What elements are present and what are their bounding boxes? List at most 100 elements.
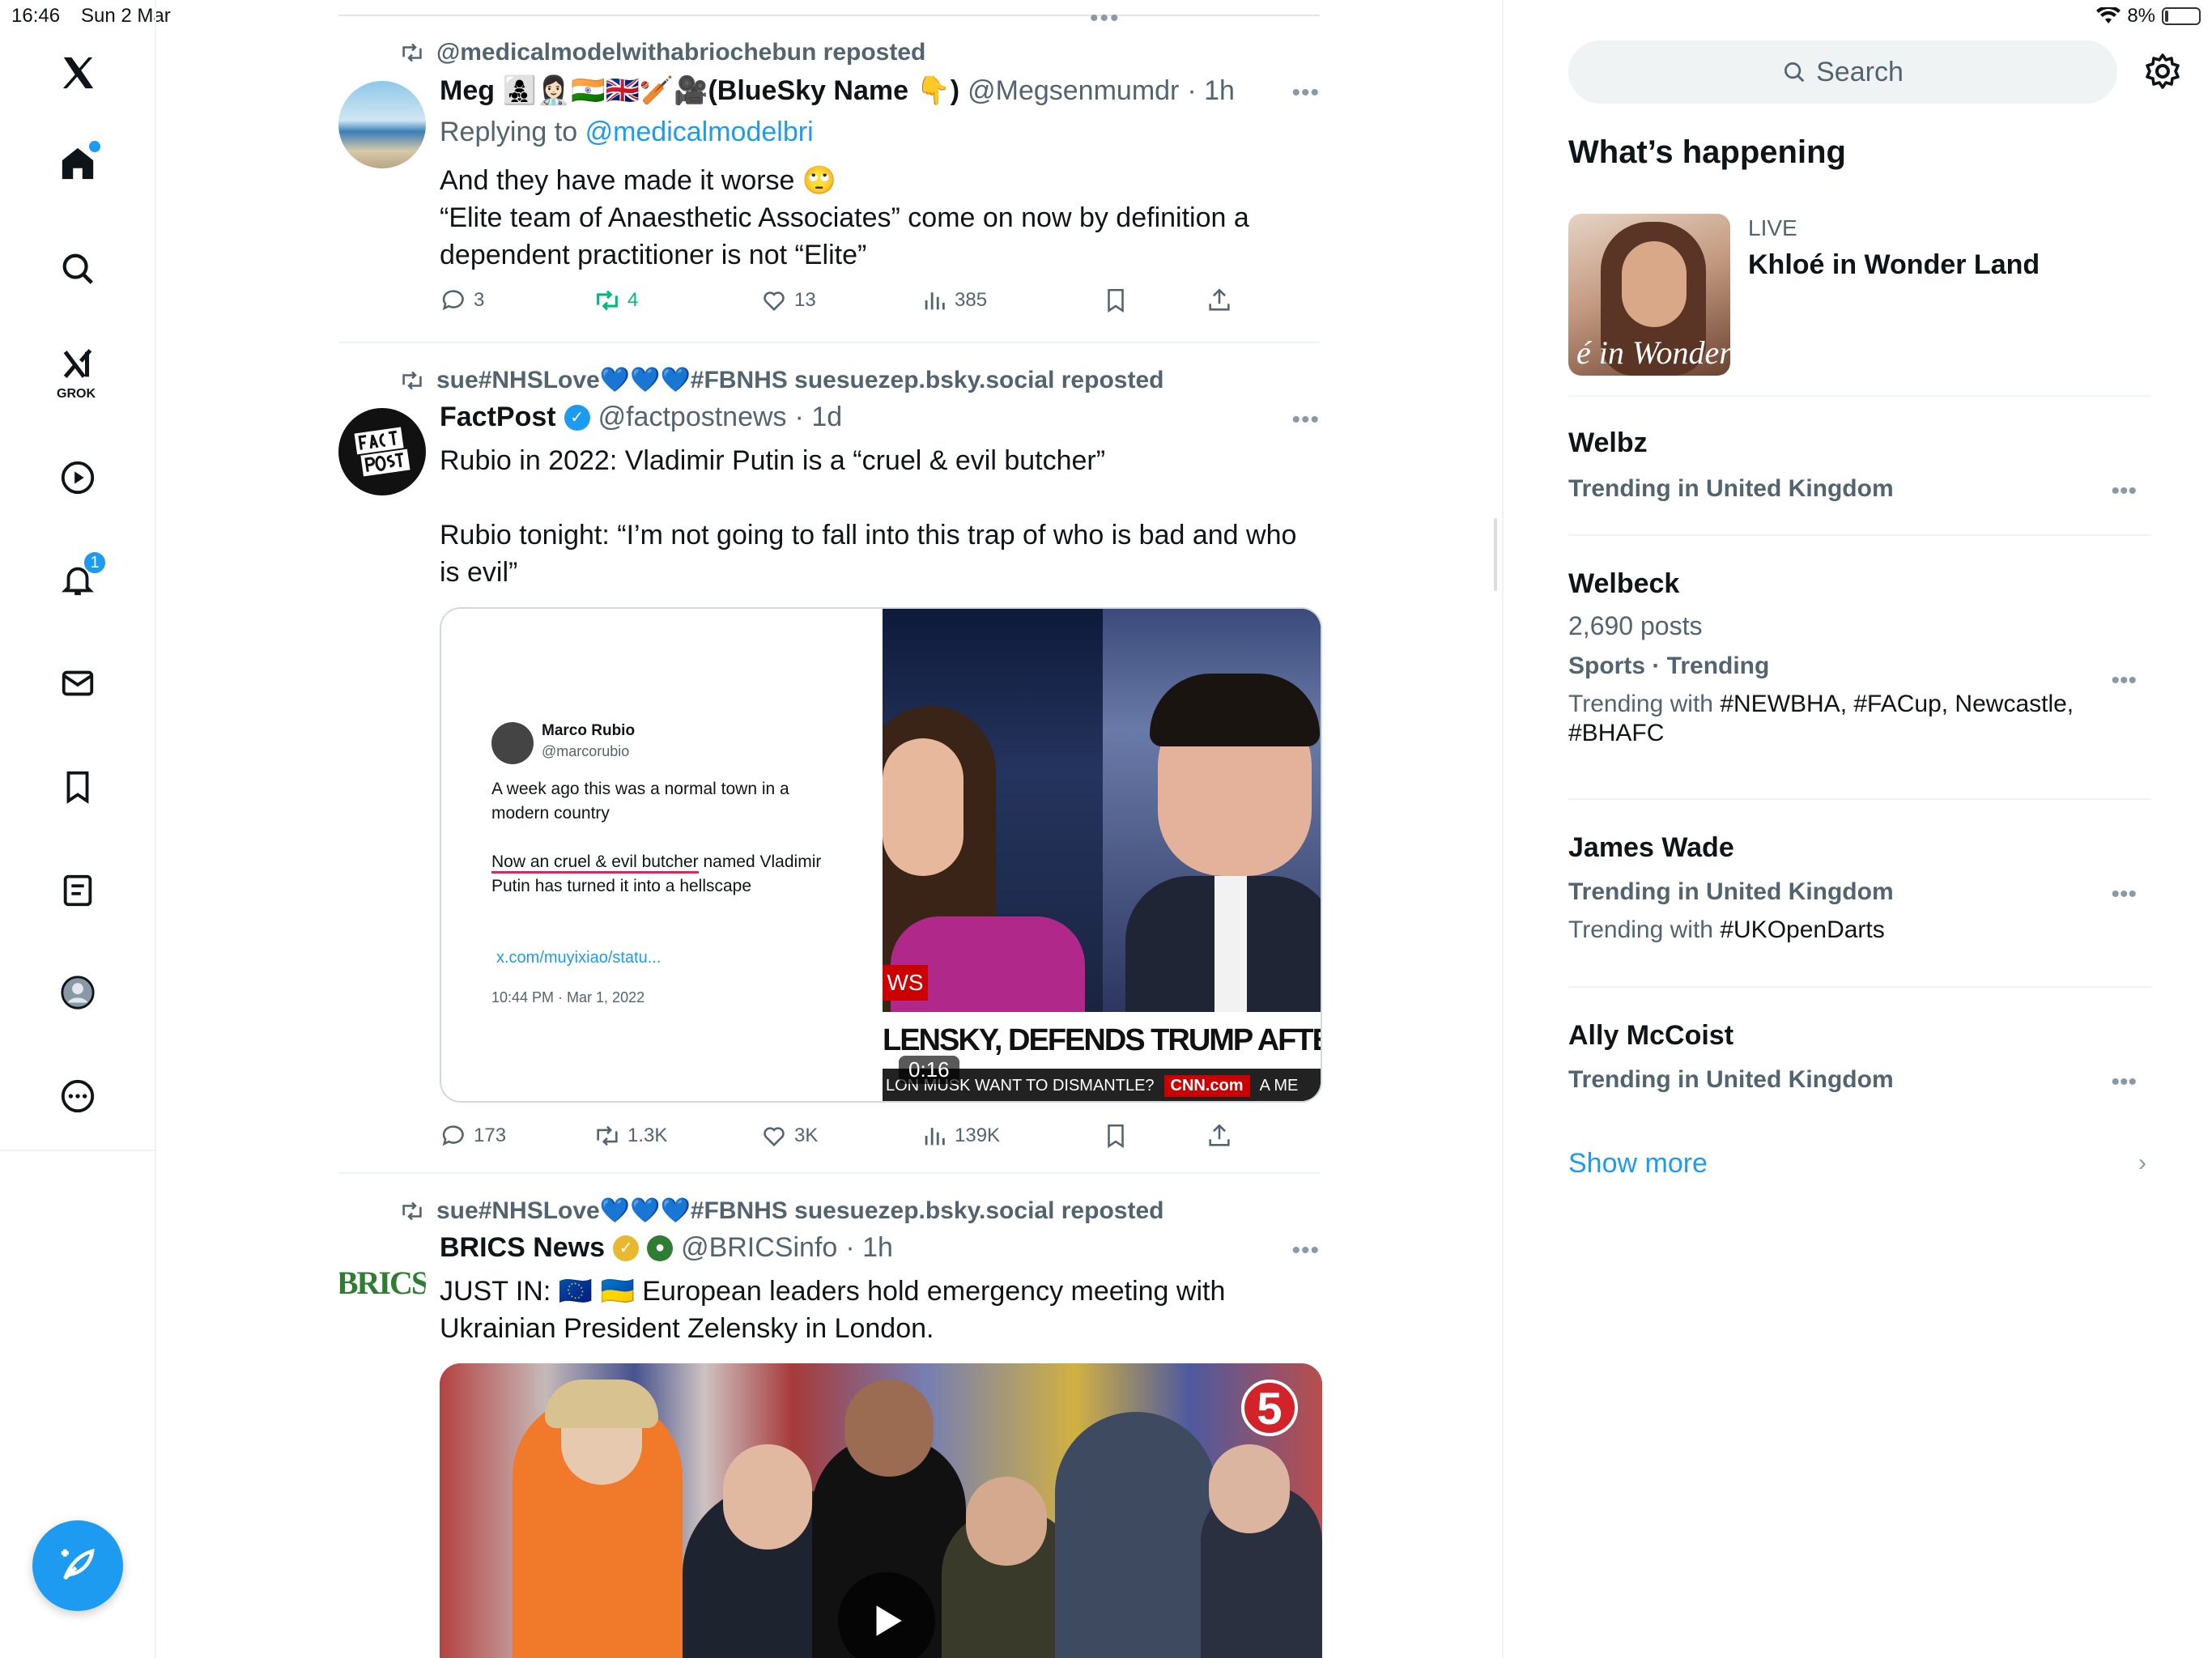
author-handle[interactable]: @factpostnews <box>598 402 787 433</box>
verified-badge-icon: ✓ <box>564 404 590 431</box>
share-button[interactable] <box>1206 1122 1233 1150</box>
post-more-icon[interactable]: ••• <box>1291 406 1320 434</box>
left-nav: GROK 1 <box>0 0 156 1658</box>
author-handle[interactable]: @Megsenmumdr <box>968 75 1179 107</box>
share-button[interactable] <box>1206 287 1233 314</box>
media-card[interactable]: Marco Rubio @marcorubio A week ago this … <box>440 607 1322 1103</box>
repost-icon <box>597 290 618 311</box>
views-button[interactable]: 139K <box>921 1122 1000 1150</box>
embedded-link: x.com/muyixiao/statu... <box>496 949 661 967</box>
views-icon <box>925 292 945 310</box>
embedded-avatar <box>491 722 534 764</box>
embedded-name: Marco Rubio <box>542 722 636 739</box>
compose-post-button[interactable] <box>32 1520 123 1611</box>
trend-item[interactable]: James Wade Trending in United Kingdom Tr… <box>1568 832 2151 945</box>
avatar[interactable] <box>338 408 426 495</box>
search-input[interactable]: Search <box>1568 40 2117 104</box>
video-player[interactable]: WS LENSKY, DEFENDS TRUMP AFTER OVAL OFFI… <box>883 609 1321 1101</box>
author-name[interactable]: FactPost <box>440 402 556 433</box>
author-handle[interactable]: @BRICSinfo <box>681 1232 837 1264</box>
avatar[interactable] <box>338 81 426 168</box>
repost-icon <box>402 1201 422 1220</box>
post-time[interactable]: · 1h <box>1187 75 1235 107</box>
right-sidebar: Search What’s happening é in Wonder l LI… <box>1502 0 2212 1658</box>
repost-button[interactable]: 4 <box>593 287 638 314</box>
like-button[interactable]: 3K <box>760 1122 818 1150</box>
author-name[interactable]: Meg 👩‍👧‍👦👩🏻‍⚕️🇮🇳🇬🇧🏏🎥(BlueSky Name 👇) <box>440 74 959 107</box>
live-title[interactable]: Khloé in Wonder Land <box>1748 249 2040 281</box>
live-event-thumbnail[interactable]: é in Wonder l <box>1568 214 1730 376</box>
settings-gear-icon[interactable] <box>2143 52 2182 91</box>
lists-icon[interactable] <box>53 866 102 915</box>
compose-feather-icon <box>61 1548 95 1580</box>
views-button[interactable]: 385 <box>921 287 987 314</box>
post-divider <box>338 1172 1320 1174</box>
home-icon[interactable] <box>53 139 102 188</box>
embedded-text-1: A week ago this was a normal town in a m… <box>491 780 789 823</box>
profile-icon[interactable] <box>53 968 102 1017</box>
trend-meta: Trending in United Kingdom <box>1568 878 1894 905</box>
messages-icon[interactable] <box>53 659 102 708</box>
reply-button[interactable]: 3 <box>440 287 484 314</box>
live-label: LIVE <box>1748 215 1797 240</box>
video-icon[interactable] <box>53 453 102 502</box>
grok-icon[interactable] <box>53 340 102 389</box>
reply-icon <box>442 290 464 311</box>
trend-more-icon[interactable]: ••• <box>2111 478 2137 505</box>
trend-name: Ally McCoist <box>1568 1020 1734 1051</box>
feed-options-icon[interactable]: ••• <box>1090 5 1121 32</box>
repost-context: @medicalmodelwithabriochebun reposted <box>399 39 925 66</box>
post-actions: 3 4 13 385 <box>440 287 1249 319</box>
x-logo-icon[interactable] <box>53 49 102 97</box>
trend-more-icon[interactable]: ••• <box>2111 667 2137 695</box>
reply-button[interactable]: 173 <box>440 1122 506 1150</box>
search-placeholder: Search <box>1816 56 1904 87</box>
post-time[interactable]: · 1d <box>795 402 843 433</box>
trend-with: Trending with #NEWBHA, #FACup, Newcastle… <box>1568 691 2074 746</box>
repost-button[interactable]: 1.3K <box>593 1122 667 1150</box>
video-thumbnail[interactable]: 5 <box>440 1363 1322 1658</box>
nav-divider <box>0 1150 156 1151</box>
scrollbar[interactable] <box>1494 518 1497 591</box>
bookmark-button[interactable] <box>1102 287 1129 314</box>
trend-more-icon[interactable]: ••• <box>2111 1069 2137 1096</box>
notifications-badge: 1 <box>83 551 107 575</box>
trend-meta: Sports · Trending <box>1568 653 1770 679</box>
trend-item[interactable]: Welbz Trending in United Kingdom ••• <box>1568 427 2151 505</box>
trend-divider <box>1568 986 2151 988</box>
heart-icon <box>764 1127 785 1147</box>
trend-more-icon[interactable]: ••• <box>2111 881 2137 908</box>
post-divider <box>338 342 1320 343</box>
avatar[interactable]: BRICS <box>338 1239 426 1326</box>
like-button[interactable]: 13 <box>760 287 816 314</box>
show-more-link[interactable]: Show more <box>1568 1148 1708 1180</box>
search-icon[interactable] <box>53 244 102 293</box>
post-more-icon[interactable]: ••• <box>1291 1237 1320 1265</box>
post-time[interactable]: · 1h <box>845 1232 893 1264</box>
factpost-logo <box>354 427 410 477</box>
trend-divider <box>1568 798 2151 800</box>
trend-divider <box>1568 395 2151 397</box>
replying-to-handle[interactable]: @medicalmodelbri <box>585 117 814 147</box>
search-icon <box>1784 62 1805 83</box>
embedded-handle: @marcorubio <box>542 743 630 759</box>
trend-meta: Trending in United Kingdom <box>1568 475 1894 502</box>
post-more-icon[interactable]: ••• <box>1291 79 1320 107</box>
repost-icon <box>402 43 422 62</box>
more-icon[interactable] <box>53 1072 102 1120</box>
author-name[interactable]: BRICS News <box>440 1232 605 1264</box>
play-icon <box>876 1605 902 1636</box>
grok-label: GROK <box>57 387 96 401</box>
video-duration: 0:16 <box>899 1056 959 1084</box>
home-new-dot <box>89 141 100 152</box>
embedded-text-2: Now an cruel & evil butcher named Vladim… <box>491 852 822 895</box>
trend-item[interactable]: Welbeck 2,690 posts Sports · Trending Tr… <box>1568 568 2151 748</box>
bookmark-button[interactable] <box>1102 1122 1129 1150</box>
trend-post-count: 2,690 posts <box>1568 611 1703 640</box>
gold-verified-badge-icon: ✓ <box>613 1235 640 1261</box>
trend-item[interactable]: Ally McCoist Trending in United Kingdom … <box>1568 1020 2151 1096</box>
bookmarks-icon[interactable] <box>53 763 102 811</box>
news-tag: WS <box>883 965 928 1001</box>
notifications-icon[interactable]: 1 <box>53 551 107 604</box>
feed-top-divider <box>338 15 1320 16</box>
